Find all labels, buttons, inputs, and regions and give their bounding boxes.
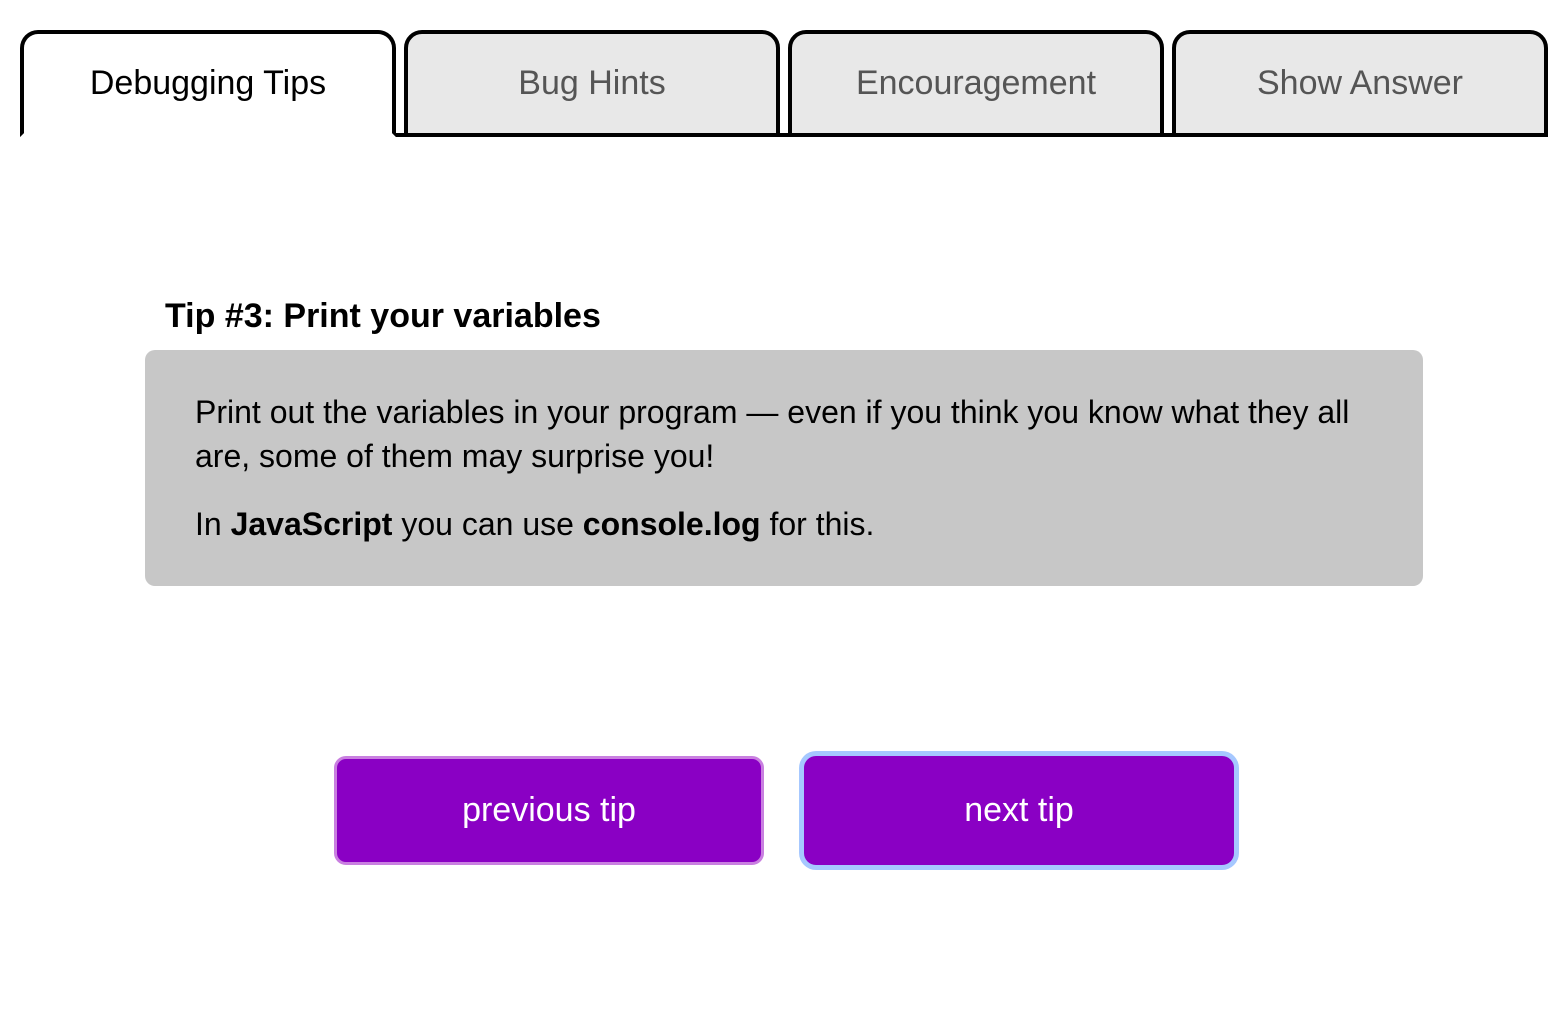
tip-keyword-consolelog: console.log [583,506,761,542]
tip-paragraph-1: Print out the variables in your program … [195,390,1373,478]
tab-encouragement[interactable]: Encouragement [788,30,1164,137]
tip-paragraph-2: In JavaScript you can use console.log fo… [195,502,1373,546]
tab-debugging-tips[interactable]: Debugging Tips [20,30,396,137]
next-tip-button[interactable]: next tip [804,756,1234,865]
previous-tip-button[interactable]: previous tip [334,756,764,865]
tip-box: Print out the variables in your program … [145,350,1423,586]
tab-bar: Debugging Tips Bug Hints Encouragement S… [20,30,1548,137]
tip-text: for this. [761,506,875,542]
tab-bug-hints[interactable]: Bug Hints [404,30,780,137]
tip-keyword-js: JavaScript [231,506,393,542]
tip-title: Tip #3: Print your variables [165,297,1423,336]
tip-text: In [195,506,231,542]
tab-content: Tip #3: Print your variables Print out t… [20,137,1548,925]
tab-show-answer[interactable]: Show Answer [1172,30,1548,137]
tip-text: you can use [392,506,582,542]
tip-nav-buttons: previous tip next tip [145,756,1423,865]
